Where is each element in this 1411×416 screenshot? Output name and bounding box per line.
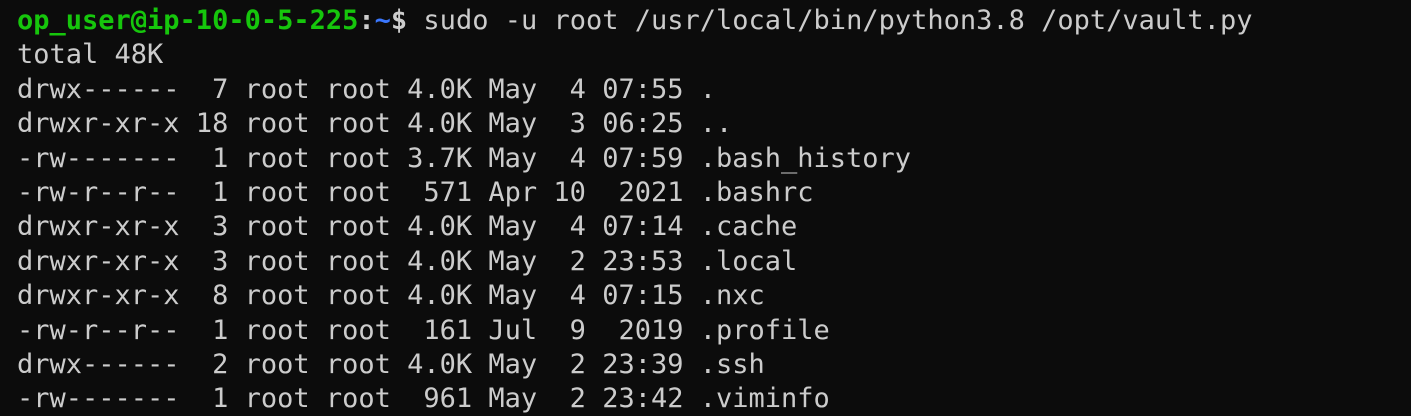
listing-row: drwx------ 7 root root 4.0K May 4 07:55 …	[17, 73, 716, 105]
prompt-user-host: op_user@ip-10-0-5-225	[17, 5, 359, 36]
listing-row: -rw------- 1 root root 961 May 2 23:42 .…	[17, 383, 830, 415]
command-text: sudo -u root /usr/local/bin/python3.8 /o…	[407, 5, 1253, 36]
listing-row: drwxr-xr-x 18 root root 4.0K May 3 06:25…	[17, 108, 733, 140]
listing-row: drwx------ 2 root root 4.0K May 2 23:39 …	[17, 348, 765, 380]
listing-row: -rw------- 1 root root 3.7K May 4 07:59 …	[17, 142, 912, 174]
terminal-window[interactable]: op_user@ip-10-0-5-225:~$ sudo -u root /u…	[0, 0, 1411, 416]
listing-row: drwxr-xr-x 3 root root 4.0K May 4 07:14 …	[17, 211, 798, 243]
prompt-path: ~	[374, 5, 391, 36]
prompt-separator: :	[358, 5, 375, 36]
prompt-symbol: $	[390, 5, 408, 36]
listing-row: -rw-r--r-- 1 root root 161 Jul 9 2019 .p…	[17, 314, 830, 346]
prompt-line: op_user@ip-10-0-5-225:~$ sudo -u root /u…	[17, 4, 1411, 38]
listing-row: drwxr-xr-x 8 root root 4.0K May 4 07:15 …	[17, 280, 765, 312]
output-total: total 48K	[17, 39, 164, 71]
listing-row: -rw-r--r-- 1 root root 571 Apr 10 2021 .…	[17, 176, 814, 208]
listing-row: drwxr-xr-x 3 root root 4.0K May 2 23:53 …	[17, 245, 798, 277]
